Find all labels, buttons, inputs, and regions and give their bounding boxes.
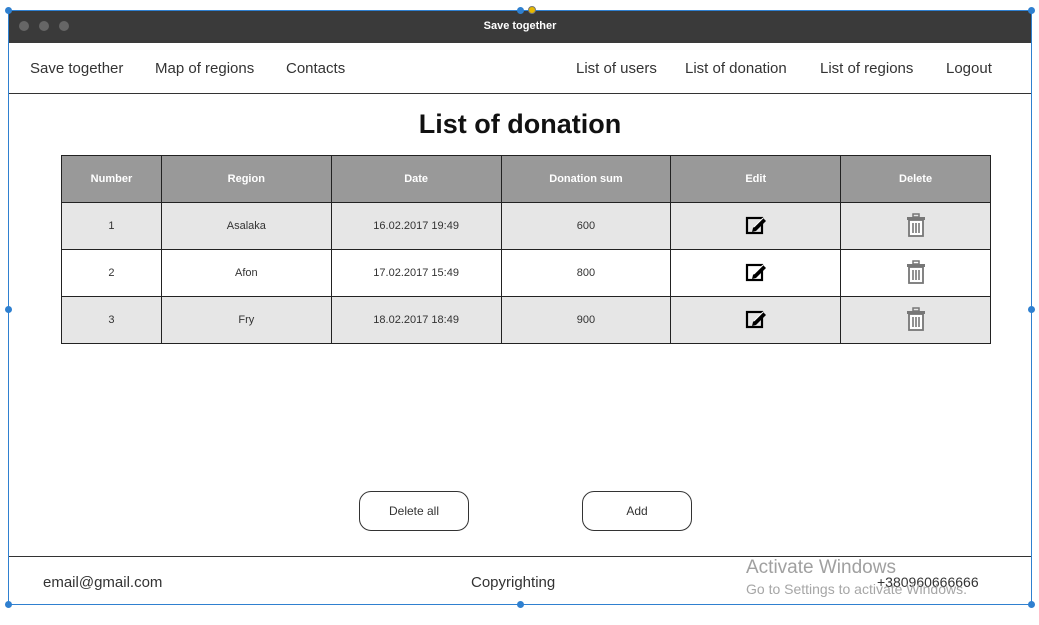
trash-icon[interactable]: [905, 259, 927, 287]
selection-handle[interactable]: [1028, 306, 1035, 313]
header-edit: Edit: [670, 155, 842, 203]
cell-region: Asalaka: [160, 202, 332, 250]
add-button[interactable]: Add: [582, 491, 692, 531]
cell-edit: [670, 202, 842, 250]
table-row: 2 Afon 17.02.2017 15:49 800: [61, 249, 991, 297]
window-title: Save together: [483, 20, 557, 32]
nav-save-together[interactable]: Save together: [30, 60, 123, 77]
top-nav: Save together Map of regions Contacts Li…: [9, 43, 1031, 94]
cell-number: 2: [61, 249, 162, 297]
windows-activation-watermark: Activate Windows Go to Settings to activ…: [746, 557, 967, 597]
edit-icon[interactable]: [745, 308, 767, 333]
trash-icon[interactable]: [905, 212, 927, 240]
footer-email: email@gmail.com: [43, 574, 163, 591]
cell-region: Fry: [160, 296, 332, 344]
page-title: List of donation: [418, 109, 622, 139]
header-region: Region: [160, 155, 332, 203]
edit-icon[interactable]: [745, 214, 767, 239]
cell-date: 18.02.2017 18:49: [330, 296, 502, 344]
nav-map-of-regions[interactable]: Map of regions: [155, 60, 254, 77]
cell-sum: 800: [500, 249, 672, 297]
nav-list-of-regions[interactable]: List of regions: [820, 60, 913, 77]
selection-handle[interactable]: [5, 306, 12, 313]
edit-icon[interactable]: [745, 261, 767, 286]
header-date: Date: [330, 155, 502, 203]
nav-contacts[interactable]: Contacts: [286, 60, 345, 77]
cell-date: 17.02.2017 15:49: [330, 249, 502, 297]
nav-list-of-donation[interactable]: List of donation: [685, 60, 787, 77]
selection-handle[interactable]: [1028, 601, 1035, 608]
delete-all-button[interactable]: Delete all: [359, 491, 469, 531]
cell-edit: [670, 296, 842, 344]
selection-handle[interactable]: [5, 601, 12, 608]
selection-handle[interactable]: [1028, 7, 1035, 14]
nav-logout[interactable]: Logout: [946, 60, 992, 77]
watermark-line-1: Activate Windows: [746, 557, 896, 578]
cell-date: 16.02.2017 19:49: [330, 202, 502, 250]
app-window: Save together Save together Map of regio…: [8, 10, 1032, 605]
title-bar: Save together: [9, 11, 1031, 43]
header-donation-sum: Donation sum: [500, 155, 672, 203]
trash-icon[interactable]: [905, 306, 927, 334]
selection-handle[interactable]: [5, 7, 12, 14]
watermark-line-2: Go to Settings to activate Windows.: [746, 581, 967, 597]
cell-number: 1: [61, 202, 162, 250]
footer-copyright: Copyrighting: [471, 574, 556, 591]
cell-edit: [670, 249, 842, 297]
cell-sum: 900: [500, 296, 672, 344]
selection-handle[interactable]: [517, 601, 524, 608]
nav-list-of-users[interactable]: List of users: [576, 60, 657, 77]
cell-delete: [840, 202, 991, 250]
table-row: 3 Fry 18.02.2017 18:49 900: [61, 296, 991, 344]
table-row: 1 Asalaka 16.02.2017 19:49 600: [61, 202, 991, 250]
header-number: Number: [61, 155, 162, 203]
header-delete: Delete: [840, 155, 991, 203]
cell-sum: 600: [500, 202, 672, 250]
donation-table: Number Region Date Donation sum Edit Del…: [61, 155, 991, 344]
rotation-handle[interactable]: [528, 6, 536, 14]
cell-region: Afon: [160, 249, 332, 297]
selection-handle[interactable]: [517, 7, 524, 14]
cell-delete: [840, 249, 991, 297]
cell-delete: [840, 296, 991, 344]
cell-number: 3: [61, 296, 162, 344]
table-header-row: Number Region Date Donation sum Edit Del…: [61, 155, 991, 203]
